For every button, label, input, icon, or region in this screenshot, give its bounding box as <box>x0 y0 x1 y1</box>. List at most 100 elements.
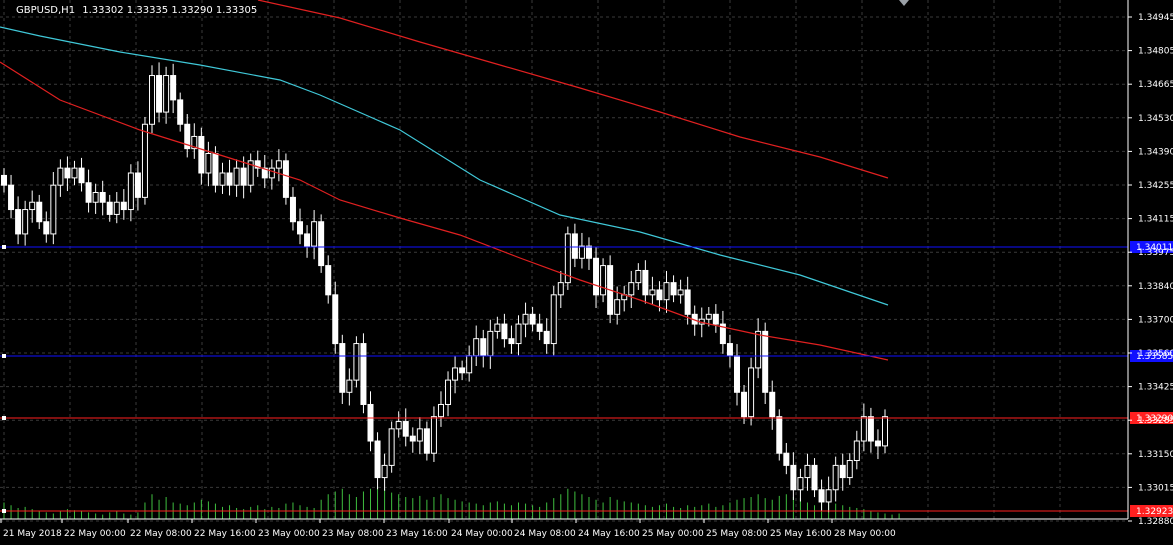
candle-body <box>445 379 452 405</box>
level-anchor-handle[interactable] <box>2 509 6 513</box>
candle-body <box>550 294 557 345</box>
y-tick-label: 1.33840 <box>1138 282 1173 292</box>
level-anchor-handle[interactable] <box>2 416 6 420</box>
candle-body <box>388 428 395 466</box>
level-anchor-handle[interactable] <box>2 245 6 249</box>
candle-body <box>8 184 15 211</box>
candle-body <box>811 464 818 491</box>
candle-body <box>642 269 649 296</box>
candle-body <box>205 153 212 174</box>
candle-body <box>29 201 36 211</box>
candle-body <box>233 167 240 186</box>
candle-body <box>346 379 353 393</box>
candle-body <box>536 323 543 332</box>
candle-body <box>508 338 515 345</box>
candle-body <box>113 201 120 215</box>
level-anchor-handle[interactable] <box>2 354 6 358</box>
candle-body <box>163 75 170 113</box>
y-tick-label: 1.33150 <box>1138 450 1173 460</box>
candle-body <box>71 167 78 179</box>
candle-body <box>367 403 374 442</box>
candle-body <box>360 343 367 405</box>
y-tick-label: 1.34530 <box>1138 114 1173 124</box>
candle-body <box>92 191 99 203</box>
y-tick-label: 1.34945 <box>1138 13 1173 23</box>
y-tick-label: 1.34115 <box>1138 215 1173 225</box>
candle-body <box>212 153 219 186</box>
candle-body <box>395 421 402 430</box>
y-tick-label: 1.34805 <box>1138 47 1173 57</box>
candle-body <box>289 196 296 223</box>
candle-body <box>466 355 473 374</box>
candle-body <box>571 233 578 259</box>
x-tick-label: 25 May 08:00 <box>706 529 768 539</box>
candle-body <box>275 160 282 169</box>
candle-body <box>522 313 529 325</box>
x-tick-label: 25 May 00:00 <box>642 529 704 539</box>
candle-body <box>297 221 304 235</box>
candle-body <box>332 294 339 345</box>
candle-body <box>628 282 635 296</box>
candle-body <box>712 313 719 325</box>
candle-body <box>402 421 409 437</box>
candle-body <box>268 167 275 179</box>
x-tick-label: 22 May 08:00 <box>130 529 192 539</box>
candle-body <box>437 403 444 418</box>
candle-body <box>127 172 134 211</box>
candle-body <box>882 416 888 447</box>
candle-body <box>304 233 311 247</box>
candle-body <box>600 265 607 296</box>
candle-body <box>741 391 748 418</box>
y-tick-label: 1.34390 <box>1138 147 1173 157</box>
candle-body <box>825 489 832 503</box>
candle-body <box>790 464 797 491</box>
y-tick-label: 1.33700 <box>1138 315 1173 325</box>
candle-body <box>156 75 163 113</box>
candle-body <box>677 289 684 296</box>
candle-body <box>529 313 536 325</box>
x-tick-label: 22 May 00:00 <box>64 529 126 539</box>
candle-body <box>804 464 811 479</box>
candle-body <box>240 167 247 186</box>
candle-body <box>311 221 318 247</box>
candle-body <box>43 221 50 235</box>
candle-body <box>614 299 621 315</box>
y-tick-label: 1.33015 <box>1138 483 1173 493</box>
candle-body <box>64 167 71 179</box>
y-tick-label: 1.33285 <box>1138 416 1173 426</box>
x-tick-label: 23 May 08:00 <box>322 529 384 539</box>
candle-body <box>783 452 790 466</box>
candle-body <box>473 338 480 357</box>
candle-body <box>705 313 712 320</box>
candle-body <box>860 416 867 442</box>
candle-body <box>36 201 43 223</box>
candle-body <box>832 464 839 491</box>
y-tick-label: 1.34255 <box>1138 181 1173 191</box>
candle-body <box>501 323 508 340</box>
candle-body <box>649 289 656 296</box>
price-chart[interactable]: 1.340111.335851.332901.32923 1.349451.34… <box>0 0 1173 545</box>
y-tick-label: 1.32880 <box>1138 517 1173 527</box>
candle-body <box>106 201 113 215</box>
candle-body <box>353 343 360 381</box>
x-tick-label: 23 May 00:00 <box>258 529 320 539</box>
candle-body <box>853 440 860 462</box>
candle-body <box>141 123 148 198</box>
candle-body <box>339 343 346 393</box>
candle-body <box>198 135 205 174</box>
candle-body <box>219 172 226 186</box>
x-tick-label: 24 May 00:00 <box>451 529 513 539</box>
candle-body <box>57 167 64 186</box>
candle-body <box>726 343 733 357</box>
x-tick-label: 21 May 2018 <box>3 529 62 539</box>
candle-body <box>416 428 423 442</box>
candle-body <box>149 75 156 125</box>
candle-body <box>733 355 740 393</box>
candle-body <box>282 160 289 198</box>
candle-body <box>85 182 92 203</box>
x-tick-label: 24 May 08:00 <box>514 529 576 539</box>
candle-body <box>452 367 459 381</box>
candle-body <box>755 330 762 369</box>
candle-body <box>78 167 85 184</box>
candle-body <box>99 191 106 203</box>
